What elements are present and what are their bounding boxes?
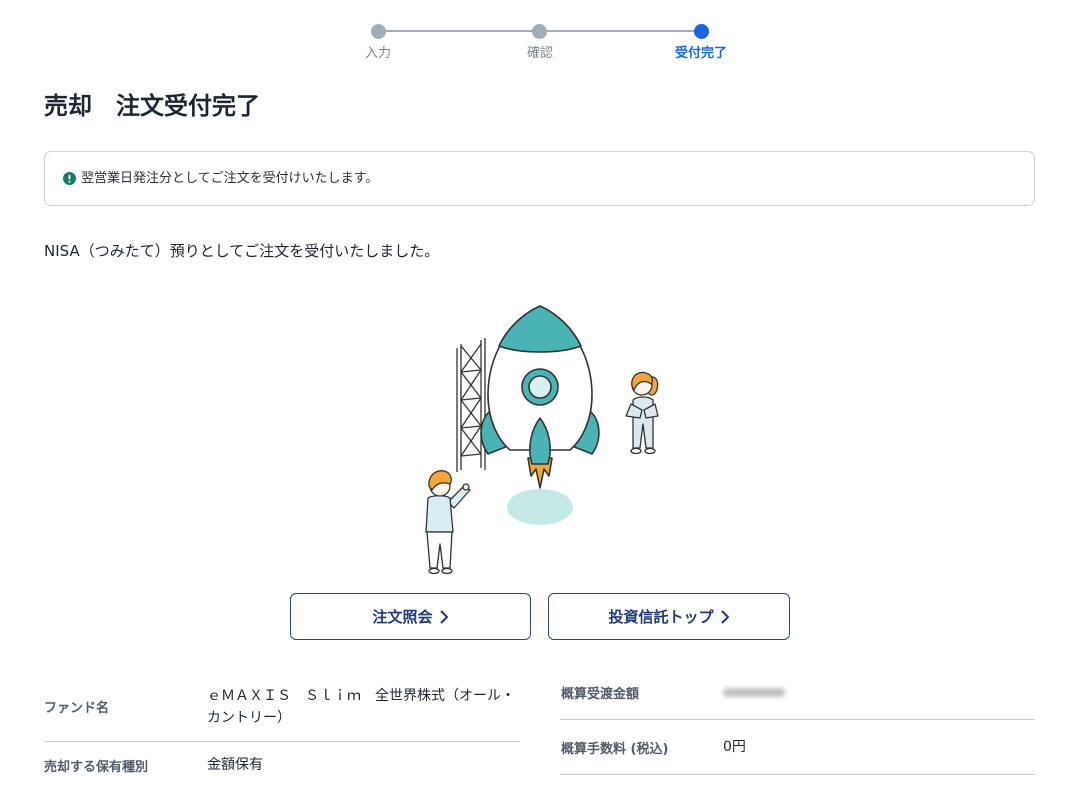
detail-row-estimated-amount: 概算受渡金額 (560, 665, 1035, 720)
step-label-input: 入力 (364, 46, 391, 61)
person-right (625, 371, 659, 455)
detail-row-holding-type: 売却する保有種別 金額保有 (44, 742, 520, 788)
launch-tower (456, 338, 486, 472)
page-title: 売却 注文受付完了 (44, 92, 260, 120)
step-dot-complete (694, 24, 709, 39)
step-dot-confirm (532, 24, 547, 39)
step-label-complete: 受付完了 (674, 46, 727, 61)
person-left-pants (426, 531, 453, 569)
step-label-confirm: 確認 (526, 46, 553, 61)
rocket-shadow (507, 489, 573, 525)
detail-label: 売却する保有種別 (44, 759, 149, 775)
order-inquiry-button[interactable]: 注文照会 (290, 593, 531, 640)
blurred-amount (723, 687, 785, 697)
detail-label: ファンド名 (44, 701, 110, 716)
notice-box: 翌営業日発注分としてご注文を受付けいたします。 (44, 151, 1035, 206)
fund-name-value: ｅＭＡＸＩＳ Ｓｌｉｍ 全世界株式（オール・カントリー） (207, 687, 515, 726)
estimated-fee-value: 0円 (723, 739, 746, 755)
fund-top-button[interactable]: 投資信託トップ (548, 593, 790, 640)
rocket-nose-cone (498, 305, 582, 353)
rocket-launch-illustration (425, 305, 659, 575)
notice-text: 翌営業日発注分としてご注文を受付けいたします。 (81, 170, 379, 186)
chevron-right-icon (721, 610, 729, 623)
order-complete-page: 入力 確認 受付完了 売却 注文受付完了 翌営業日発注分としてご注文を受付けいた… (0, 0, 1080, 788)
detail-row-fund-name: ファンド名 ｅＭＡＸＩＳ Ｓｌｉｍ 全世界株式（オール・カントリー） (44, 672, 520, 742)
rocket (480, 305, 600, 489)
rocket-window (528, 375, 552, 399)
completion-message: NISA（つみたて）預りとしてご注文を受付いたしました。 (44, 242, 440, 260)
person-left (425, 470, 471, 575)
person-left-shirt (425, 495, 454, 533)
detail-label: 概算手数料 (税込) (561, 741, 669, 757)
chevron-right-icon (440, 610, 448, 623)
fund-top-button-label: 投資信託トップ (608, 608, 714, 626)
exclamation-circle-icon (63, 172, 76, 185)
order-inquiry-button-label: 注文照会 (372, 608, 433, 626)
detail-row-estimated-fee: 概算手数料 (税込) 0円 (560, 720, 1035, 775)
person-right-overalls (632, 396, 654, 449)
detail-label: 概算受渡金額 (561, 686, 640, 702)
holding-type-value: 金額保有 (207, 757, 263, 773)
step-dot-input (371, 24, 386, 39)
